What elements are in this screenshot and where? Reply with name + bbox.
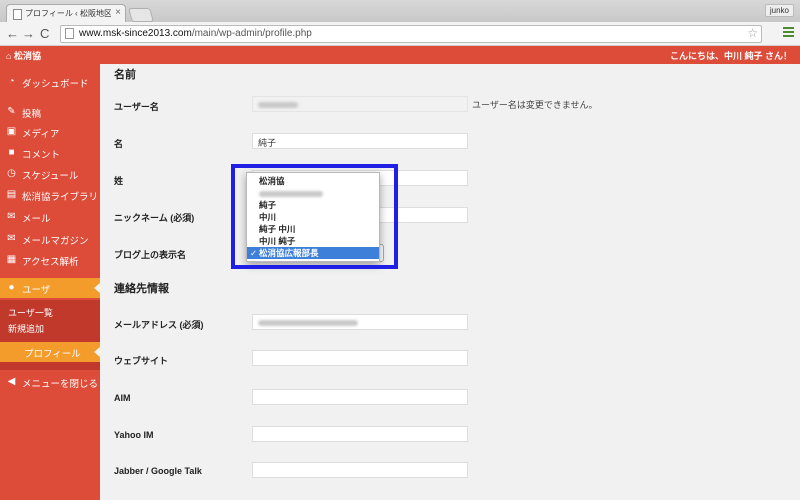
section-heading-name: 名前 — [114, 69, 136, 81]
username-note: ユーザー名は変更できません。 — [472, 100, 598, 110]
email-field[interactable] — [252, 314, 468, 330]
yahoo-im-field[interactable] — [252, 426, 468, 442]
display-name-label: ブログ上の表示名 — [114, 250, 187, 260]
section-heading-contact: 連絡先情報 — [114, 283, 169, 295]
aim-label: AIM — [114, 393, 131, 403]
newsletter-icon: ✉ — [7, 233, 16, 244]
sidebar-item-posts[interactable]: ✎ 投稿 — [0, 102, 100, 122]
browser-titlebar: プロフィール ‹ 松阪地区広報 × junko — [0, 0, 800, 23]
sidebar-item-users[interactable]: ● ユーザ — [0, 278, 100, 298]
email-label: メールアドレス (必須) — [114, 320, 204, 330]
jabber-label: Jabber / Google Talk — [114, 466, 202, 476]
media-icon: ▣ — [6, 126, 17, 137]
browser-tab[interactable]: プロフィール ‹ 松阪地区広報 × — [6, 4, 126, 23]
sidebar-item-mail[interactable]: ✉ メール — [0, 207, 100, 227]
tab-title: プロフィール ‹ 松阪地区広報 — [25, 9, 111, 18]
sidebar-item-library[interactable]: ▤ 松消協ライブラリ — [0, 185, 100, 205]
submenu-user-list[interactable]: ユーザ一覧 — [8, 306, 53, 319]
first-name-label: 名 — [114, 139, 124, 149]
aim-field[interactable] — [252, 389, 468, 405]
last-name-label: 姓 — [114, 176, 124, 186]
page-icon — [65, 28, 74, 39]
submenu-profile[interactable]: プロフィール — [0, 342, 100, 362]
username-label: ユーザー名 — [114, 102, 159, 112]
nickname-label: ニックネーム (必須) — [114, 213, 195, 223]
reload-icon[interactable]: C — [40, 26, 49, 41]
library-icon: ▤ — [6, 189, 17, 200]
admin-sidebar: ◔ ダッシュボード ✎ 投稿 ▣ メディア ■ コメント ◷ スケジュール ▤ … — [0, 64, 100, 500]
sidebar-item-comments[interactable]: ■ コメント — [0, 143, 100, 163]
schedule-icon: ◷ — [7, 168, 16, 179]
site-name-link[interactable]: ⌂ 松消協 — [6, 49, 41, 62]
website-field[interactable] — [252, 350, 468, 366]
document-icon — [13, 9, 22, 20]
username-field — [252, 96, 468, 112]
first-name-field[interactable]: 純子 — [252, 133, 468, 149]
new-tab-button[interactable] — [128, 8, 154, 22]
collapse-menu-button[interactable]: ◀ メニューを閉じる — [0, 372, 100, 392]
jabber-field[interactable] — [252, 462, 468, 478]
account-greeting[interactable]: こんにちは、中川 純子 さん！ — [670, 49, 792, 62]
pin-icon: ✎ — [7, 106, 16, 117]
url-text: www.msk-since2013.com/main/wp-admin/prof… — [79, 28, 312, 39]
comment-icon: ■ — [8, 147, 15, 158]
profile-badge[interactable]: junko — [764, 4, 794, 17]
browser-toolbar: ← → C www.msk-since2013.com/main/wp-admi… — [0, 22, 800, 46]
yahoo-im-label: Yahoo IM — [114, 430, 154, 440]
dashboard-icon: ◔ — [8, 76, 15, 87]
sidebar-item-analytics[interactable]: ▦ アクセス解析 — [0, 250, 100, 270]
highlight-annotation-box — [231, 164, 398, 269]
sidebar-item-newsletter[interactable]: ✉ メールマガジン — [0, 229, 100, 249]
forward-arrow-icon[interactable]: → — [22, 26, 35, 41]
bookmark-star-icon[interactable]: ☆ — [747, 26, 758, 40]
profile-form: 名前 ユーザー名 ユーザー名は変更できません。 名 純子 姓 ニックネーム (必… — [100, 64, 800, 500]
user-icon: ● — [8, 282, 15, 293]
admin-bar: ⌂ 松消協 こんにちは、中川 純子 さん！ — [0, 46, 800, 64]
sidebar-item-dashboard[interactable]: ◔ ダッシュボード — [0, 72, 100, 92]
browser-menu-icon[interactable] — [783, 27, 794, 39]
stats-icon: ▦ — [6, 254, 17, 265]
sidebar-item-media[interactable]: ▣ メディア — [0, 122, 100, 142]
back-arrow-icon[interactable]: ← — [6, 26, 19, 41]
mail-icon: ✉ — [7, 211, 16, 222]
collapse-arrow-icon: ◀ — [7, 376, 16, 387]
address-bar[interactable]: www.msk-since2013.com/main/wp-admin/prof… — [60, 25, 762, 43]
website-label: ウェブサイト — [114, 356, 169, 366]
tab-close-icon[interactable]: × — [115, 7, 121, 18]
submenu-add-new[interactable]: 新規追加 — [8, 322, 44, 335]
sidebar-item-schedule[interactable]: ◷ スケジュール — [0, 164, 100, 184]
